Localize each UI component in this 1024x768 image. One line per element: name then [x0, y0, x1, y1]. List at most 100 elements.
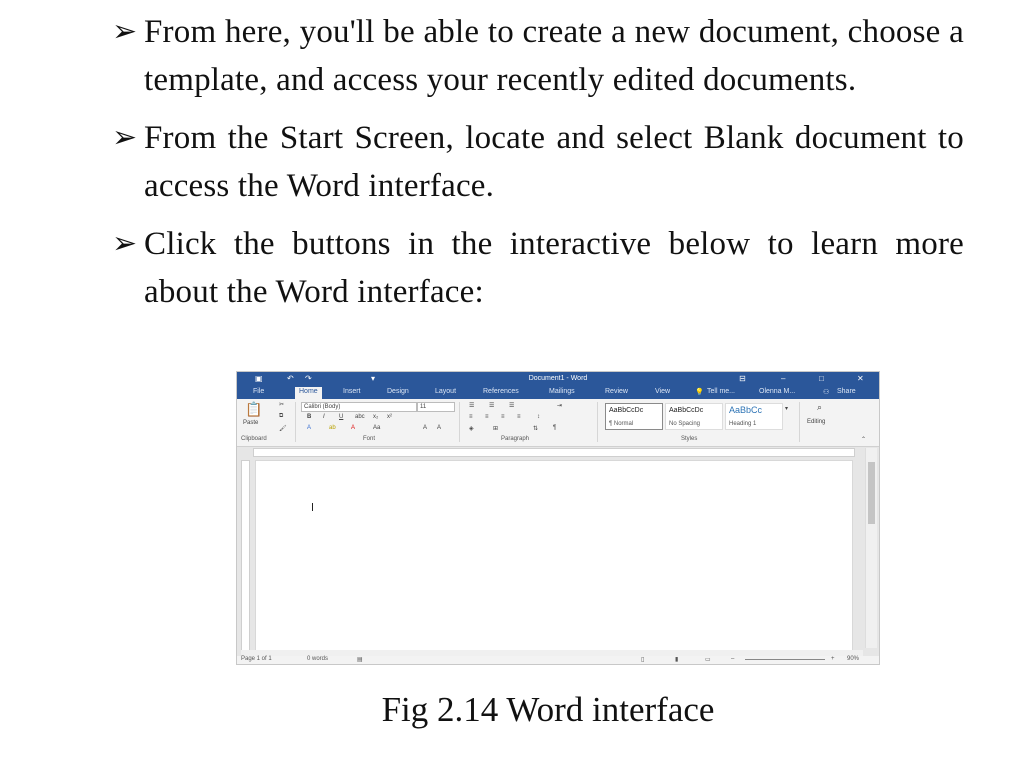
bullet-item: ➢ From the Start Screen, locate and sele…	[112, 114, 964, 210]
styles-more-icon: ▾	[785, 406, 789, 412]
minimize-icon: –	[781, 374, 786, 383]
scroll-thumb	[868, 462, 875, 524]
word-count: 0 words	[307, 656, 329, 662]
sort-icon: ⇅	[533, 426, 539, 432]
tab-layout: Layout	[435, 388, 457, 395]
proofing-icon: ▤	[357, 657, 363, 663]
arrow-bullet-icon: ➢	[112, 121, 138, 154]
maximize-icon: □	[819, 374, 824, 383]
line-spacing-icon: ↕	[537, 414, 540, 420]
shading-icon: ◈	[469, 426, 474, 432]
find-icon: ⌕	[817, 402, 823, 412]
group-separator	[799, 402, 800, 442]
bullet-list: ➢ From here, you'll be able to create a …	[112, 8, 964, 326]
zoom-in-icon: +	[831, 656, 835, 662]
title-bar: ▣ ↶ ↷ ▾ Document1 - Word ⊟ – □ ✕	[237, 372, 879, 386]
page-count: Page 1 of 1	[241, 656, 272, 662]
justify-icon: ≡	[517, 414, 521, 420]
status-bar: Page 1 of 1 0 words ▤ ▯ ▮ ▭ – + 90%	[237, 656, 879, 664]
tell-me-box: Tell me...	[707, 388, 736, 395]
style-normal: AaBbCcDc ¶ Normal	[605, 403, 663, 430]
paste-button: Paste	[243, 420, 259, 426]
print-layout-icon: ▮	[675, 657, 679, 663]
style-no-spacing: AaBbCcDc No Spacing	[665, 403, 723, 430]
vertical-scrollbar	[865, 448, 877, 648]
document-page	[255, 460, 853, 652]
align-right-icon: ≡	[501, 414, 505, 420]
group-label-styles: Styles	[681, 436, 698, 442]
zoom-slider	[745, 659, 825, 660]
style-sample: AaBbCcDc	[609, 407, 644, 414]
share-button: Share	[837, 388, 856, 395]
style-name: Heading 1	[729, 421, 757, 427]
italic-icon: I	[323, 414, 325, 420]
change-case-icon: Aa	[373, 425, 381, 431]
vertical-ruler	[241, 460, 250, 652]
group-label-clipboard: Clipboard	[241, 436, 267, 442]
format-painter-icon: 🖌	[279, 426, 287, 432]
group-separator	[295, 402, 296, 442]
zoom-level: 90%	[847, 656, 860, 662]
read-mode-icon: ▯	[641, 657, 645, 663]
arrow-bullet-icon: ➢	[112, 15, 138, 48]
bullet-item: ➢ From here, you'll be able to create a …	[112, 8, 964, 104]
web-layout-icon: ▭	[705, 657, 711, 663]
text-cursor	[312, 503, 313, 511]
superscript-icon: x²	[387, 414, 392, 420]
tab-insert: Insert	[343, 388, 361, 395]
grow-font-icon: A	[423, 425, 428, 431]
tab-references: References	[483, 388, 519, 395]
strikethrough-icon: abc	[355, 414, 365, 420]
style-sample: AaBbCc	[729, 405, 763, 415]
show-formatting-icon: ¶	[553, 425, 557, 431]
font-color-icon: A	[351, 425, 356, 431]
copy-icon: ⧉	[279, 413, 284, 419]
figure-caption: Fig 2.14 Word interface	[381, 690, 715, 729]
bullet-text: From here, you'll be able to create a ne…	[144, 14, 964, 98]
group-separator	[597, 402, 598, 442]
bullet-text: Click the buttons in the interactive bel…	[144, 226, 964, 310]
underline-icon: U	[339, 414, 344, 420]
group-label-font: Font	[363, 436, 376, 442]
align-left-icon: ≡	[469, 414, 473, 420]
center-icon: ≡	[485, 414, 489, 420]
borders-icon: ⊞	[493, 426, 499, 432]
style-name: ¶ Normal	[609, 421, 634, 427]
tab-file: File	[253, 388, 265, 395]
bullet-item: ➢ Click the buttons in the interactive b…	[112, 220, 964, 316]
zoom-out-icon: –	[731, 656, 735, 662]
tab-design: Design	[387, 388, 409, 395]
user-name: Olenna M...	[759, 388, 796, 395]
bullets-icon: ☰	[469, 403, 475, 409]
font-size-box: 11	[417, 402, 455, 412]
multilevel-list-icon: ☰	[509, 403, 515, 409]
share-icon: ⚇	[823, 389, 830, 396]
lightbulb-icon: 💡	[695, 389, 704, 396]
subscript-icon: x₂	[373, 414, 379, 420]
ribbon-tabs: File Home Insert Design Layout Reference…	[237, 386, 879, 400]
indent-icon: ⇥	[557, 403, 563, 409]
group-separator	[459, 402, 460, 442]
highlight-icon: ab	[329, 425, 336, 431]
ribbon-display-icon: ⊟	[739, 374, 746, 383]
text-effects-icon: A	[307, 425, 312, 431]
font-name-box: Calibri (Body)	[301, 402, 417, 412]
close-icon: ✕	[857, 374, 864, 383]
word-interface-screenshot: ▣ ↶ ↷ ▾ Document1 - Word ⊟ – □ ✕ File Ho…	[236, 371, 880, 665]
tab-review: Review	[605, 388, 628, 395]
bullet-text: From the Start Screen, locate and select…	[144, 120, 964, 204]
editing-button: Editing	[807, 419, 826, 425]
group-label-paragraph: Paragraph	[501, 436, 530, 442]
tab-view: View	[655, 388, 671, 395]
numbering-icon: ☰	[489, 403, 495, 409]
collapse-ribbon-icon: ⌃	[861, 437, 867, 443]
horizontal-ruler	[253, 448, 855, 457]
bold-icon: B	[307, 414, 312, 420]
shrink-font-icon: A	[437, 425, 442, 431]
style-name: No Spacing	[669, 421, 701, 427]
style-heading-1: AaBbCc Heading 1	[725, 403, 783, 430]
ribbon: 📋 Paste ✂ ⧉ 🖌 Calibri (Body) 11 B I U ab…	[237, 399, 879, 447]
tab-mailings: Mailings	[549, 388, 575, 395]
arrow-bullet-icon: ➢	[112, 227, 138, 260]
paste-icon: 📋	[245, 401, 263, 417]
